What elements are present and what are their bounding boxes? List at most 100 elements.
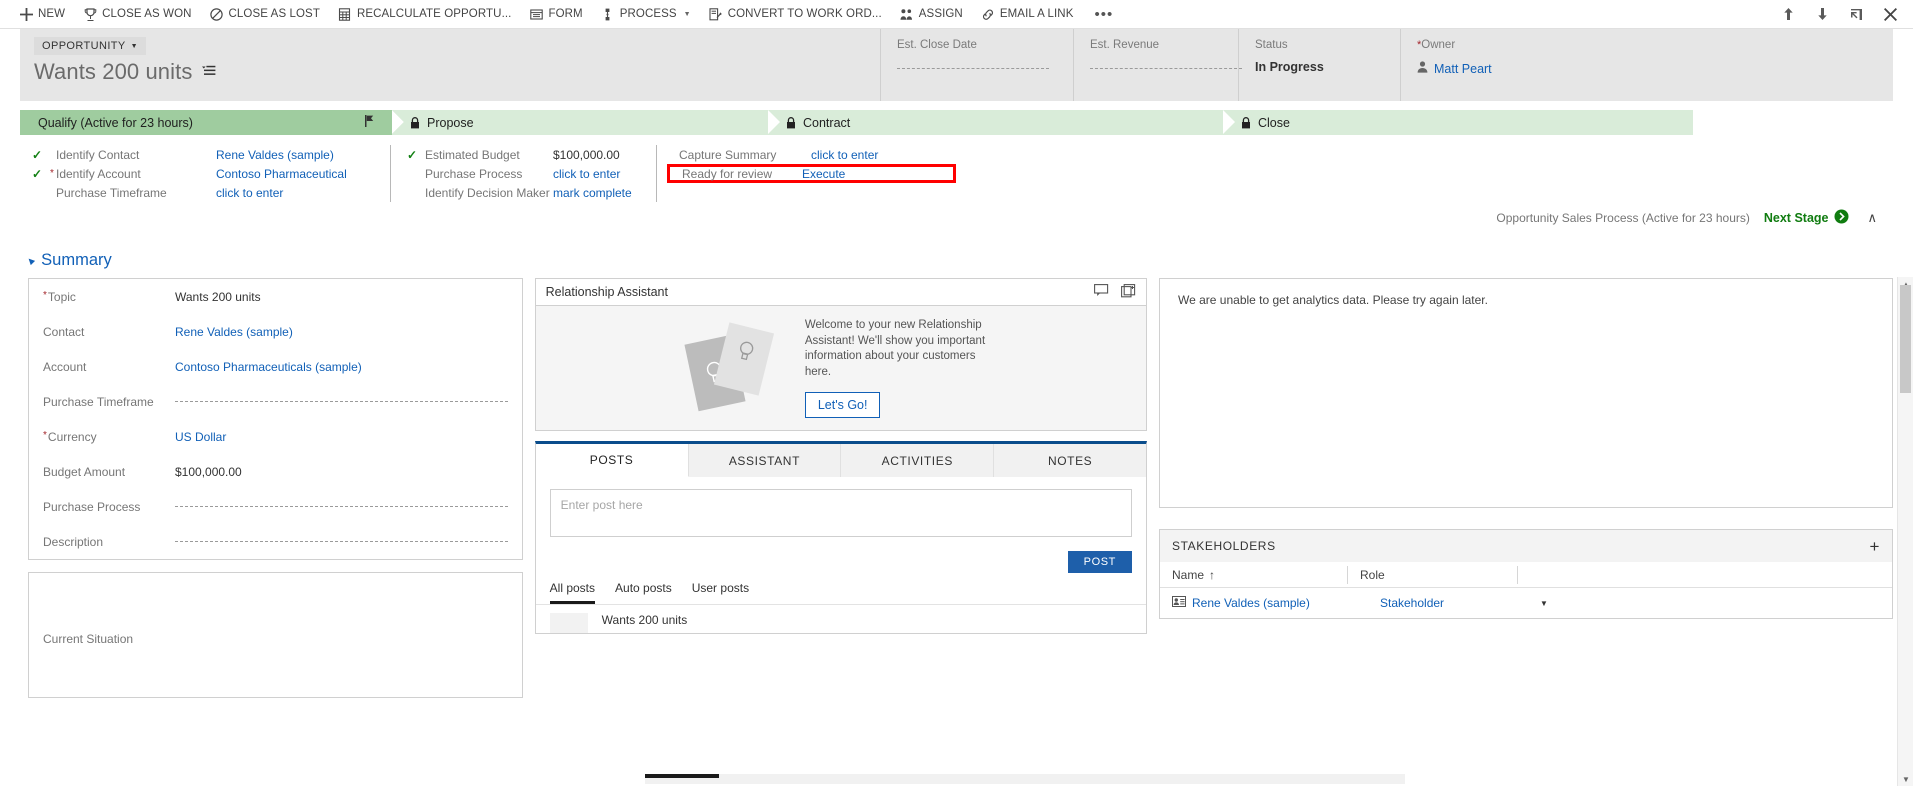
next-stage-button[interactable]: Next Stage (1764, 209, 1850, 227)
scrollbar-thumb[interactable] (1900, 285, 1911, 393)
owner-value: Matt Peart (1417, 60, 1580, 78)
command-email-a-link[interactable]: EMAIL A LINK (972, 0, 1083, 29)
step-estimated-budget[interactable]: ✓ Estimated Budget $100,000.00 (407, 145, 650, 164)
header-field-empty-value (897, 68, 1049, 69)
sort-ascending-icon: ↑ (1209, 567, 1216, 582)
popout-button[interactable] (1839, 0, 1873, 29)
next-record-button[interactable] (1805, 0, 1839, 29)
step-value[interactable]: click to enter (811, 148, 878, 162)
step-identify-contact[interactable]: ✓ Identify Contact Rene Valdes (sample) (32, 145, 384, 164)
field-topic[interactable]: *Topic Wants 200 units (29, 279, 522, 314)
filter-all-posts[interactable]: All posts (549, 581, 596, 604)
column-header-name[interactable]: Name ↑ (1160, 565, 1348, 584)
step-value[interactable]: Rene Valdes (sample) (216, 148, 334, 162)
command-close-as-lost[interactable]: CLOSE AS LOST (201, 0, 329, 29)
scroll-down-icon[interactable]: ▼ (1898, 772, 1913, 786)
add-stakeholder-button[interactable]: + (1869, 538, 1880, 555)
step-ready-for-review-highlight[interactable]: Ready for review Execute (667, 164, 956, 183)
previous-record-button[interactable] (1771, 0, 1805, 29)
field-label: Budget Amount (43, 464, 126, 479)
field-account[interactable]: Account Contoso Pharmaceuticals (sample) (29, 349, 522, 384)
command-recalculate-opportunity[interactable]: RECALCULATE OPPORTU... (329, 0, 521, 29)
row-menu-chevron-icon[interactable]: ▼ (1540, 599, 1548, 608)
check-icon: ✓ (407, 147, 418, 162)
process-icon (601, 7, 615, 21)
page-title: Wants 200 units (34, 59, 193, 84)
assistant-illustration (684, 322, 783, 412)
relationship-assistant-title: Relationship Assistant (545, 285, 668, 299)
field-budget-amount[interactable]: Budget Amount $100,000.00 (29, 454, 522, 489)
step-identify-account[interactable]: ✓ * Identify Account Contoso Pharmaceuti… (32, 164, 384, 183)
social-pane-horizontal-scrollbar[interactable] (645, 774, 1405, 784)
owner-link[interactable]: Matt Peart (1434, 62, 1492, 76)
step-label: Estimated Budget (425, 147, 520, 162)
tab-activities[interactable]: ACTIVITIES (841, 444, 995, 477)
step-value-execute[interactable]: Execute (802, 167, 845, 181)
prohibition-icon (210, 7, 224, 21)
header-field-owner[interactable]: *Owner Matt Peart (1400, 29, 1580, 101)
tab-posts[interactable]: POSTS (535, 444, 689, 477)
command-close-as-won[interactable]: CLOSE AS WON (74, 0, 200, 29)
step-purchase-process[interactable]: Purchase Process click to enter (407, 164, 650, 183)
page-vertical-scrollbar[interactable]: ▲ ▼ (1897, 277, 1913, 786)
table-row[interactable]: Rene Valdes (sample) Stakeholder ▼ (1160, 588, 1892, 618)
field-value-link[interactable]: Contoso Pharmaceuticals (sample) (175, 360, 362, 374)
summary-section-header[interactable]: ◀ Summary (0, 237, 1913, 278)
header-field-est-revenue[interactable]: Est. Revenue (1073, 29, 1242, 101)
field-purchase-process[interactable]: Purchase Process (29, 489, 522, 524)
command-new[interactable]: NEW (10, 0, 74, 29)
stakeholder-role-link[interactable]: Stakeholder (1380, 596, 1444, 610)
process-name: Opportunity Sales Process (Active for 23… (1496, 211, 1750, 225)
right-column: We are unable to get analytics data. Ple… (1159, 278, 1893, 698)
step-purchase-timeframe[interactable]: Purchase Timeframe click to enter (32, 183, 384, 202)
social-pane: POSTS ASSISTANT ACTIVITIES NOTES Enter p… (534, 441, 1147, 634)
cards-icon[interactable] (1121, 283, 1136, 301)
step-value[interactable]: click to enter (216, 186, 283, 200)
field-currency[interactable]: *Currency US Dollar (29, 419, 522, 454)
filter-auto-posts[interactable]: Auto posts (615, 581, 672, 604)
command-form[interactable]: FORM (520, 0, 591, 29)
field-value-link[interactable]: Rene Valdes (sample) (175, 325, 293, 339)
field-value-link[interactable]: US Dollar (175, 430, 226, 444)
step-value[interactable]: Contoso Pharmaceutical (216, 167, 347, 181)
stage-propose[interactable]: Propose (392, 110, 780, 135)
required-marker: * (43, 289, 47, 301)
tab-notes[interactable]: NOTES (994, 444, 1146, 477)
field-current-situation[interactable]: Current Situation (29, 621, 522, 656)
command-process-label: PROCESS (619, 8, 677, 20)
entity-type-selector[interactable]: OPPORTUNITY ▼ (34, 37, 146, 55)
step-value[interactable]: click to enter (553, 167, 620, 181)
field-value: $100,000.00 (175, 464, 242, 479)
step-identify-decision-maker[interactable]: Identify Decision Maker mark complete (407, 183, 650, 202)
post-input[interactable]: Enter post here (549, 489, 1132, 537)
command-convert-to-work-order[interactable]: CONVERT TO WORK ORD... (700, 0, 891, 29)
step-value[interactable]: mark complete (553, 186, 632, 200)
field-contact[interactable]: Contact Rene Valdes (sample) (29, 314, 522, 349)
column-header-role[interactable]: Role (1348, 565, 1518, 584)
stage-contract[interactable]: Contract (768, 110, 1235, 135)
command-assign[interactable]: ASSIGN (891, 0, 972, 29)
tab-assistant[interactable]: ASSISTANT (689, 444, 842, 477)
field-description[interactable]: Description (29, 524, 522, 559)
header-field-est-close-date[interactable]: Est. Close Date (880, 29, 1073, 101)
collapse-process-icon[interactable]: ∧ (1863, 210, 1877, 226)
lets-go-button[interactable]: Let's Go! (804, 392, 881, 418)
record-header-fields: Est. Close Date Est. Revenue Status In P… (880, 29, 1893, 101)
post-button[interactable]: POST (1067, 551, 1132, 573)
scrollbar-thumb[interactable] (645, 774, 719, 778)
close-button[interactable] (1873, 0, 1907, 29)
command-overflow-button[interactable]: ••• (1083, 6, 1126, 23)
command-process[interactable]: PROCESS ▼ (592, 0, 700, 29)
field-purchase-timeframe[interactable]: Purchase Timeframe (29, 384, 522, 419)
title-options-icon[interactable] (201, 65, 216, 79)
stakeholder-name-link[interactable]: Rene Valdes (sample) (1192, 596, 1374, 610)
header-field-status: Status In Progress (1238, 29, 1400, 101)
stage-close[interactable]: Close (1223, 110, 1693, 135)
step-capture-summary[interactable]: Capture Summary click to enter (673, 145, 956, 164)
assistant-welcome-block: Welcome to your new Relationship Assista… (804, 318, 995, 418)
feedback-icon[interactable] (1094, 284, 1109, 300)
filter-user-posts[interactable]: User posts (692, 581, 749, 604)
post-filters: All posts Auto posts User posts (535, 577, 1146, 605)
stage-qualify[interactable]: Qualify (Active for 23 hours) (20, 110, 404, 135)
command-email-a-link-label: EMAIL A LINK (999, 8, 1074, 20)
